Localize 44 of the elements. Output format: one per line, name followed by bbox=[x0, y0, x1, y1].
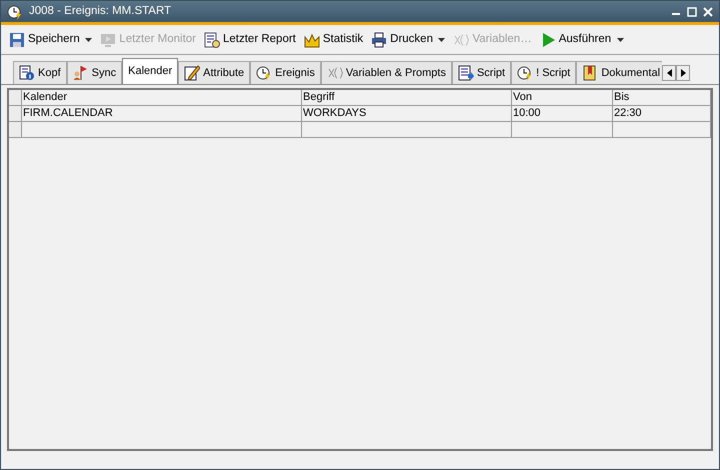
tab[interactable]: Variablen & Prompts bbox=[320, 61, 452, 84]
tab[interactable]: Kopf bbox=[13, 61, 67, 84]
clock-icon bbox=[256, 65, 272, 81]
table-cell: FIRM.CALENDAR bbox=[22, 106, 302, 122]
tab[interactable]: ! Script bbox=[511, 61, 576, 84]
toolbar-button[interactable]: Letzter Report bbox=[204, 30, 296, 48]
close-icon[interactable] bbox=[703, 6, 713, 16]
info-icon bbox=[19, 65, 35, 81]
tab[interactable]: Dokumental bbox=[576, 61, 662, 84]
toolbar-button[interactable]: Statistik bbox=[304, 30, 364, 48]
save-icon bbox=[9, 32, 25, 48]
bookmark-icon bbox=[582, 65, 598, 81]
tab[interactable]: Ereignis bbox=[250, 61, 321, 84]
scroll-left-icon[interactable] bbox=[662, 65, 676, 82]
script-icon bbox=[458, 65, 474, 81]
table-cell: 22:30 bbox=[613, 106, 711, 122]
variables-icon bbox=[326, 65, 343, 81]
tab[interactable]: Attribute bbox=[178, 61, 250, 84]
maximize-icon[interactable] bbox=[687, 6, 697, 16]
column-header[interactable]: Von bbox=[512, 90, 613, 106]
variables-icon bbox=[453, 32, 470, 48]
table-cell: WORKDAYS bbox=[302, 106, 512, 122]
flag-icon bbox=[72, 65, 89, 81]
printer-icon bbox=[371, 32, 388, 48]
caret-icon[interactable] bbox=[85, 38, 92, 42]
column-header[interactable]: Begriff bbox=[302, 90, 512, 106]
tab[interactable]: Kalender bbox=[122, 58, 178, 84]
toolbar-button[interactable]: Speichern bbox=[9, 30, 80, 48]
table-cell: 10:00 bbox=[512, 106, 613, 122]
scroll-right-icon[interactable] bbox=[676, 65, 690, 82]
tab[interactable]: Script bbox=[452, 61, 512, 84]
pencil-icon bbox=[184, 65, 200, 81]
caret-icon[interactable] bbox=[616, 38, 624, 42]
window-title: J008 - Ereignis: MM.START bbox=[29, 4, 172, 19]
caret-icon[interactable] bbox=[438, 38, 446, 42]
toolbar-button[interactable]: Ausführen bbox=[540, 30, 612, 48]
clock-icon bbox=[517, 65, 534, 81]
column-header[interactable]: Kalender bbox=[22, 90, 302, 106]
monitor-icon bbox=[100, 32, 116, 48]
column-header[interactable]: Bis bbox=[613, 90, 711, 106]
toolbar-button[interactable]: Drucken bbox=[371, 30, 433, 48]
clock-icon bbox=[7, 4, 23, 20]
report-icon bbox=[204, 32, 220, 48]
tab[interactable]: Sync bbox=[66, 61, 122, 84]
